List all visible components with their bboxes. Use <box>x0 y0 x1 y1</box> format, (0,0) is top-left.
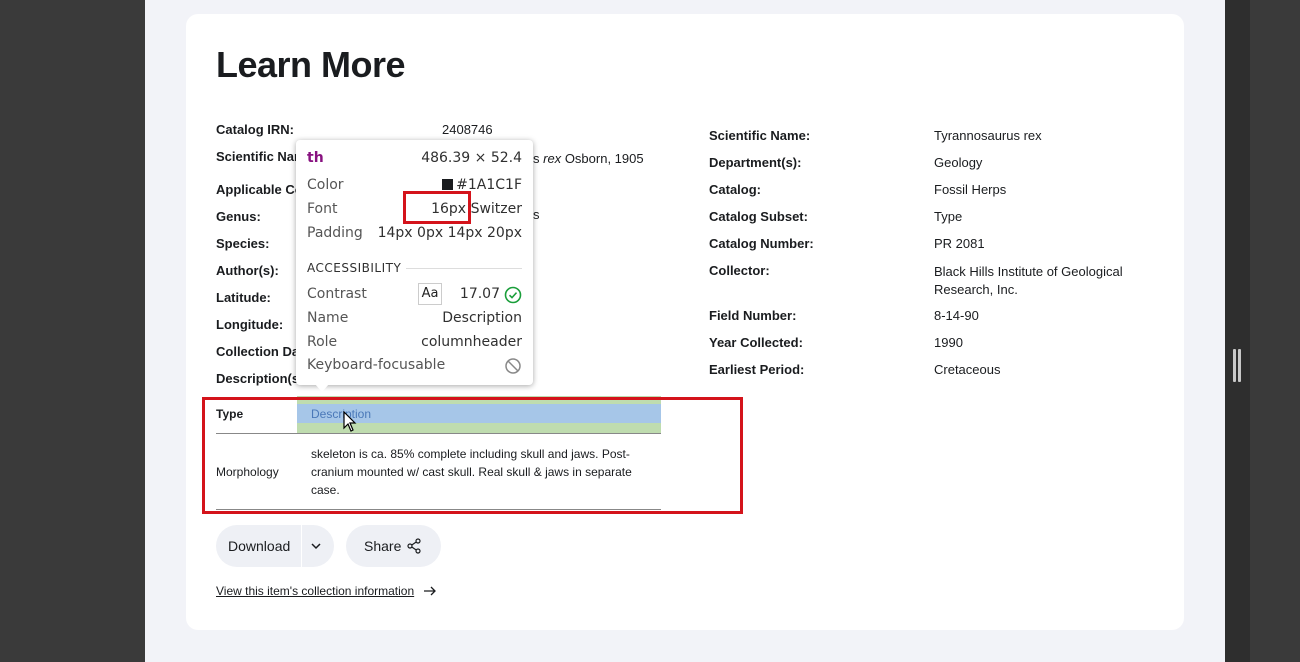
field-label-scientific-name-right: Scientific Name: <box>709 128 811 143</box>
inspector-accessibility-heading: ACCESSIBILITY <box>307 261 402 275</box>
inspector-name-label: Name <box>307 310 349 326</box>
field-value-field-number: 8-14-90 <box>934 308 979 323</box>
inspector-keyboard-label: Keyboard-focusable <box>307 357 446 373</box>
field-label-catalog: Catalog: <box>709 182 761 197</box>
field-value-collector: Black Hills Institute of Geological Rese… <box>934 264 1123 297</box>
download-button[interactable]: Download <box>216 525 334 567</box>
chevron-down-icon[interactable] <box>308 538 324 554</box>
button-divider <box>301 525 302 567</box>
field-label-catalog-number: Catalog Number: <box>709 236 814 251</box>
field-label-collector: Collector: <box>709 263 770 278</box>
inspector-tag: th <box>307 150 324 166</box>
inspector-padding-value: 14px 0px 14px 20px <box>377 225 522 241</box>
field-value-catalog-irn: 2408746 <box>442 122 493 137</box>
field-label-authors: Author(s): <box>216 263 279 278</box>
inspector-tooltip: th 486.39 × 52.4 Color #1A1C1F Font 16px… <box>296 140 533 385</box>
not-focusable-icon <box>505 358 521 374</box>
field-label-scientific-name: Scientific Nar <box>216 149 300 164</box>
section-divider <box>406 268 522 269</box>
inspector-contrast-value: 17.07 <box>459 286 500 302</box>
inspector-role-value: columnheader <box>421 334 522 350</box>
resize-grip[interactable] <box>1233 349 1241 382</box>
field-label-latitude: Latitude: <box>216 290 271 305</box>
field-label-departments: Department(s): <box>709 155 802 170</box>
download-label: Download <box>228 538 291 554</box>
check-circle-icon <box>504 286 522 304</box>
section-title: Learn More <box>216 44 406 85</box>
field-value-scientific-name: s rex Osborn, 1905 <box>533 151 644 166</box>
inspector-contrast-row: Contrast Aa 17.07 <box>307 283 522 306</box>
field-label-applicable-common: Applicable Co <box>216 182 303 197</box>
field-value-scientific-name-right: Tyrannosaurus rex <box>934 128 1042 143</box>
arrow-right-icon <box>424 586 436 596</box>
inspector-padding-label: Padding <box>307 225 363 241</box>
inspector-contrast-label: Contrast <box>307 286 367 302</box>
inspector-color-label: Color <box>307 177 344 193</box>
field-value-earliest-period: Cretaceous <box>934 362 1001 377</box>
field-label-longitude: Longitude: <box>216 317 284 332</box>
field-value-genus: s <box>533 207 540 222</box>
color-swatch <box>442 179 454 190</box>
share-icon <box>407 538 421 554</box>
field-label-catalog-subset: Catalog Subset: <box>709 209 808 224</box>
field-value-catalog-number: PR 2081 <box>934 236 985 251</box>
tooltip-pointer <box>315 384 329 392</box>
inspector-dimensions: 486.39 × 52.4 <box>421 150 522 166</box>
field-label-year-collected: Year Collected: <box>709 335 803 350</box>
right-panel-edge <box>1225 0 1250 662</box>
inspector-keyboard-row: Keyboard-focusable <box>307 357 522 377</box>
field-value-catalog: Fossil Herps <box>934 182 1007 197</box>
inspector-padding-row: Padding 14px 0px 14px 20px <box>307 225 522 245</box>
inspector-role-row: Role columnheader <box>307 334 522 354</box>
collection-info-link[interactable]: View this item's collection information <box>216 584 414 598</box>
inspector-font-label: Font <box>307 201 338 217</box>
inspector-name-value: Description <box>442 310 522 326</box>
field-label-earliest-period: Earliest Period: <box>709 362 805 377</box>
field-value-catalog-subset: Type <box>934 209 963 224</box>
field-label-genus: Genus: <box>216 209 261 224</box>
inspector-font-name: Switzer <box>470 201 522 217</box>
mouse-cursor-icon <box>343 411 357 432</box>
annotation-red-box-table <box>202 397 743 514</box>
field-label-descriptions: Description(s <box>216 371 300 386</box>
field-value-departments: Geology <box>934 155 983 170</box>
inspector-role-label: Role <box>307 334 338 350</box>
field-label-collection-date: Collection Da <box>216 344 300 359</box>
field-label-species: Species: <box>216 236 270 251</box>
share-label: Share <box>364 538 402 554</box>
field-value-year-collected: 1990 <box>934 335 963 350</box>
contrast-sample: Aa <box>418 283 442 305</box>
annotation-red-box-font <box>403 191 471 224</box>
field-label-field-number: Field Number: <box>709 308 797 323</box>
field-label-catalog-irn: Catalog IRN: <box>216 122 294 137</box>
inspector-name-row: Name Description <box>307 310 522 330</box>
share-button[interactable]: Share <box>346 525 441 567</box>
